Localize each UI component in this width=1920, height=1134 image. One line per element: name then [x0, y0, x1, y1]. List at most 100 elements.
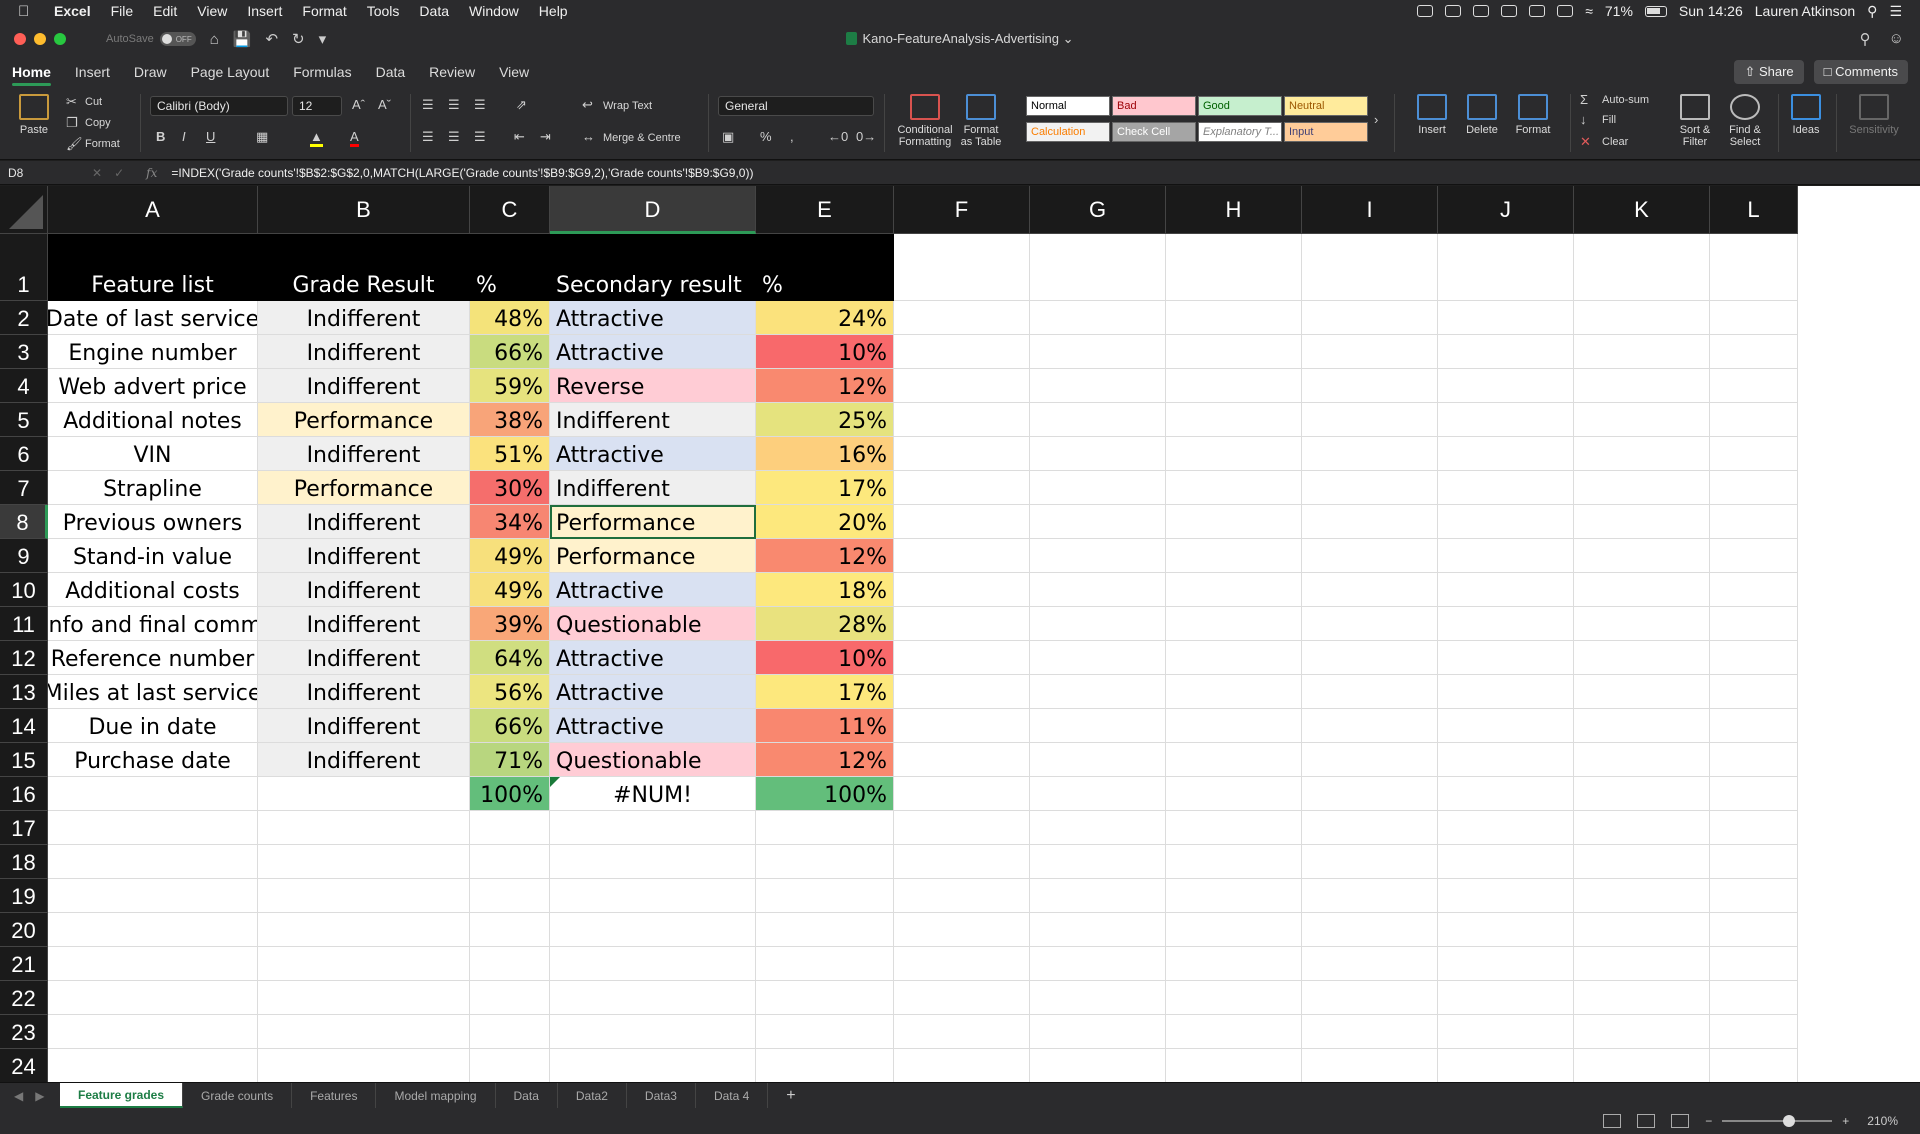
secondary-result-cell[interactable]: Reverse: [550, 369, 756, 403]
row-header-9[interactable]: 9: [0, 539, 48, 573]
copy-button[interactable]: Copy: [85, 117, 111, 129]
table-cell[interactable]: [258, 1015, 470, 1049]
secondary-percent-cell[interactable]: 12%: [756, 369, 894, 403]
percent-style-icon[interactable]: %: [760, 129, 772, 144]
feature-name-cell[interactable]: Engine number: [48, 335, 258, 369]
row-header-10[interactable]: 10: [0, 573, 48, 607]
sheet-tab-features[interactable]: Features: [292, 1083, 377, 1108]
select-all-corner[interactable]: [0, 186, 48, 234]
table-cell[interactable]: [258, 777, 470, 811]
secondary-percent-cell[interactable]: 28%: [756, 607, 894, 641]
row-header-15[interactable]: 15: [0, 743, 48, 777]
table-cell[interactable]: [1030, 505, 1166, 539]
align-center-icon[interactable]: ☰: [448, 129, 460, 145]
grade-result-cell[interactable]: Indifferent: [258, 437, 470, 471]
secondary-error-cell[interactable]: #NUM!: [550, 777, 756, 811]
table-cell[interactable]: [1710, 335, 1798, 369]
style-explanatory[interactable]: Explanatory T...: [1198, 122, 1282, 142]
table-cell[interactable]: [1438, 437, 1574, 471]
table-cell[interactable]: [1166, 335, 1302, 369]
table-cell[interactable]: [1574, 301, 1710, 335]
table-cell[interactable]: [470, 1049, 550, 1082]
secondary-result-cell[interactable]: Attractive: [550, 709, 756, 743]
zoom-out-icon[interactable]: −: [1705, 1114, 1712, 1128]
grade-percent-cell[interactable]: 34%: [470, 505, 550, 539]
table-cell[interactable]: [1710, 1015, 1798, 1049]
table-cell[interactable]: [1438, 335, 1574, 369]
menu-help[interactable]: Help: [539, 3, 568, 19]
grade-result-cell[interactable]: Indifferent: [258, 369, 470, 403]
row-header-20[interactable]: 20: [0, 913, 48, 947]
grade-percent-cell[interactable]: 49%: [470, 539, 550, 573]
table-cell[interactable]: [1302, 675, 1438, 709]
secondary-percent-cell[interactable]: 12%: [756, 539, 894, 573]
spreadsheet-grid[interactable]: A B C D E F G H I J K L 1 2 3 4 5 6 7 8 9 10 11 12 13 14 15 16 17 18 1…: [0, 186, 1920, 1082]
shield-icon[interactable]: [1557, 5, 1574, 17]
table-cell[interactable]: [470, 879, 550, 913]
sheet-tab-data3[interactable]: Data3: [627, 1083, 696, 1108]
page-layout-view-icon[interactable]: [1637, 1114, 1656, 1128]
increase-font-size-icon[interactable]: Aˆ: [352, 97, 365, 112]
table-cell[interactable]: [1166, 234, 1302, 301]
table-cell[interactable]: [1166, 709, 1302, 743]
grade-result-cell[interactable]: Indifferent: [258, 335, 470, 369]
table-cell[interactable]: [894, 234, 1030, 301]
menu-app-name[interactable]: Excel: [54, 3, 91, 19]
merge-centre-icon[interactable]: ↔: [582, 129, 595, 144]
tab-formulas[interactable]: Formulas: [293, 56, 351, 88]
table-cell[interactable]: [1030, 675, 1166, 709]
close-window-button[interactable]: [14, 33, 26, 45]
row-header-18[interactable]: 18: [0, 845, 48, 879]
font-name-select[interactable]: Calibri (Body): [150, 96, 288, 116]
table-cell[interactable]: [1710, 947, 1798, 981]
align-left-icon[interactable]: ☰: [422, 129, 434, 145]
feedback-smiley-icon[interactable]: ☺: [1889, 30, 1904, 48]
table-cell[interactable]: [1574, 403, 1710, 437]
grade-percent-cell[interactable]: 30%: [470, 471, 550, 505]
feature-name-cell[interactable]: Due in date: [48, 709, 258, 743]
table-cell[interactable]: [1574, 947, 1710, 981]
table-cell[interactable]: [48, 981, 258, 1015]
secondary-percent-cell[interactable]: 10%: [756, 335, 894, 369]
table-cell[interactable]: [470, 913, 550, 947]
table-cell[interactable]: [894, 913, 1030, 947]
table-cell[interactable]: [756, 913, 894, 947]
menu-edit[interactable]: Edit: [153, 3, 177, 19]
table-cell[interactable]: [1166, 811, 1302, 845]
bold-button[interactable]: B: [156, 129, 165, 144]
table-cell[interactable]: [894, 709, 1030, 743]
secondary-percent-cell[interactable]: 18%: [756, 573, 894, 607]
autosum-icon[interactable]: Σ: [1580, 92, 1588, 107]
row-header-5[interactable]: 5: [0, 403, 48, 437]
table-cell[interactable]: [1302, 981, 1438, 1015]
styles-more-chevron-icon[interactable]: ›: [1374, 112, 1378, 127]
accounting-format-icon[interactable]: ▣: [722, 129, 734, 145]
secondary-result-cell[interactable]: Attractive: [550, 573, 756, 607]
style-calculation[interactable]: Calculation: [1026, 122, 1110, 142]
cancel-formula-icon[interactable]: ✕: [92, 166, 102, 180]
row-header-21[interactable]: 21: [0, 947, 48, 981]
table-cell[interactable]: [48, 845, 258, 879]
table-cell[interactable]: [1166, 437, 1302, 471]
column-header-f[interactable]: F: [894, 186, 1030, 234]
column-header-k[interactable]: K: [1574, 186, 1710, 234]
feature-name-cell[interactable]: Date of last service: [48, 301, 258, 335]
orientation-icon[interactable]: ⇗: [516, 97, 527, 113]
formula-input[interactable]: =INDEX('Grade counts'!$B$2:$G$2,0,MATCH(…: [171, 166, 753, 180]
table-cell[interactable]: [1574, 505, 1710, 539]
table-cell[interactable]: [1710, 1049, 1798, 1082]
table-cell[interactable]: [1574, 369, 1710, 403]
grade-result-cell[interactable]: Indifferent: [258, 505, 470, 539]
grade-percent-cell[interactable]: 59%: [470, 369, 550, 403]
table-cell[interactable]: [756, 811, 894, 845]
zoom-window-button[interactable]: [54, 33, 66, 45]
increase-indent-icon[interactable]: ⇥: [540, 129, 551, 145]
format-as-table-button[interactable]: Format as Table: [958, 94, 1004, 148]
table-cell[interactable]: [1710, 641, 1798, 675]
grade-percent-cell[interactable]: 56%: [470, 675, 550, 709]
table-cell[interactable]: [1302, 845, 1438, 879]
row-header-24[interactable]: 24: [0, 1049, 48, 1082]
table-cell[interactable]: [1166, 913, 1302, 947]
cut-icon[interactable]: ✂: [66, 94, 77, 110]
table-cell[interactable]: [1710, 913, 1798, 947]
